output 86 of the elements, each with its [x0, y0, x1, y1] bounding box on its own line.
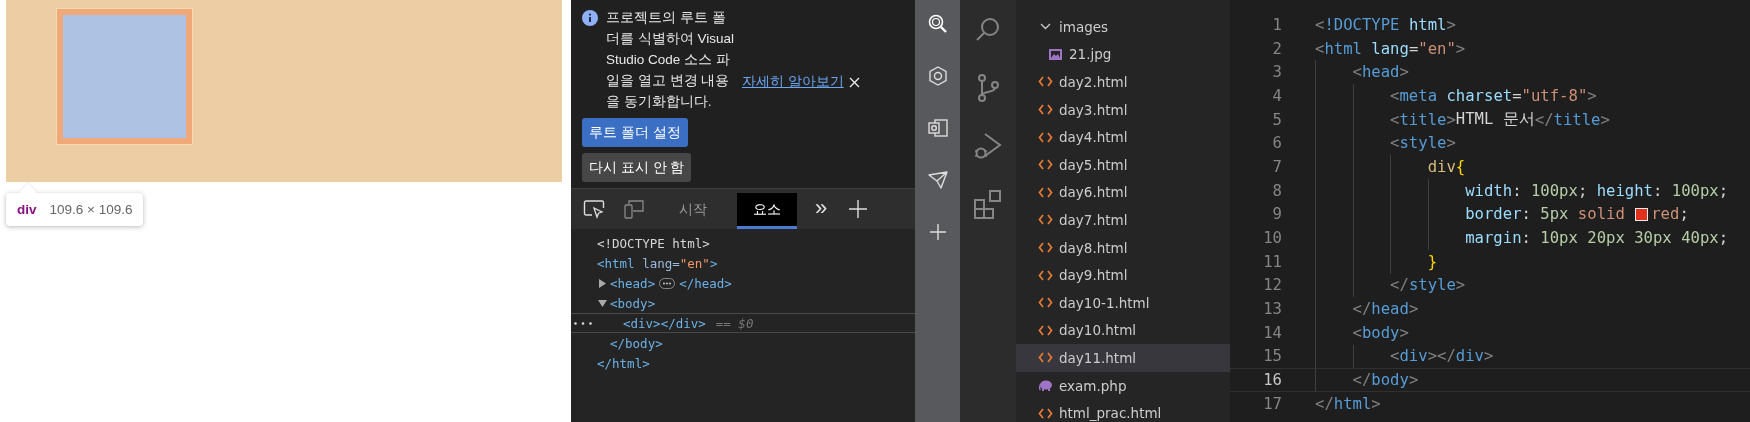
- add-icon[interactable]: [849, 200, 868, 218]
- line-number: 10: [1262, 229, 1282, 248]
- close-icon[interactable]: [848, 76, 860, 88]
- learn-more-link[interactable]: 자세히 알아보기: [742, 73, 844, 91]
- code-text: <body>: [1352, 322, 1409, 344]
- explorer-item[interactable]: day2.html: [1016, 68, 1230, 96]
- code-text: <title>HTML 문서</title>: [1390, 109, 1610, 131]
- selected-marker: == $0: [715, 315, 754, 331]
- explorer-item[interactable]: day7.html: [1016, 206, 1230, 234]
- line-number: 7: [1271, 157, 1282, 176]
- search-icon[interactable]: [926, 13, 949, 35]
- explorer-item[interactable]: day10-1.html: [1016, 288, 1230, 317]
- line-number: 13: [1262, 300, 1282, 319]
- extensions-icon[interactable]: [973, 189, 1003, 219]
- code-text: width: 100px; height: 100px;: [1465, 180, 1729, 202]
- code-text: margin: 10px 20px 30px 40px;: [1465, 228, 1729, 250]
- dom-node-close[interactable]: </body>: [610, 335, 663, 351]
- code-text: div{: [1427, 156, 1466, 178]
- inspect-icon[interactable]: [583, 198, 605, 220]
- explorer-item[interactable]: day6.html: [1016, 178, 1230, 207]
- code-text: <html lang="en">: [1315, 38, 1466, 60]
- explorer-item[interactable]: html_prac.html: [1016, 399, 1230, 422]
- explorer-item[interactable]: exam.php: [1016, 371, 1230, 400]
- color-swatch[interactable]: [1635, 207, 1649, 221]
- line-number: 15: [1262, 347, 1282, 366]
- code-text: <style>: [1390, 133, 1456, 155]
- image-file-icon: [1048, 46, 1063, 62]
- code-text: <div></div>: [1390, 346, 1494, 368]
- line-number: 14: [1262, 323, 1282, 342]
- notice-button[interactable]: 다시 표시 안 함: [582, 153, 692, 182]
- ellipsis-icon[interactable]: [659, 277, 676, 289]
- line-number: 6: [1271, 134, 1282, 153]
- code-text: }: [1427, 251, 1438, 273]
- explorer-item[interactable]: day10.html: [1016, 316, 1230, 345]
- notice-button[interactable]: 루트 폴더 설정: [582, 118, 688, 147]
- code-text: </head>: [1352, 299, 1419, 321]
- dom-node[interactable]: <!DOCTYPE html>: [597, 235, 710, 251]
- tooltip-size: 109.6 × 109.6: [49, 202, 133, 217]
- devtools-tab[interactable]: 시작: [663, 193, 723, 229]
- line-number: 8: [1271, 181, 1282, 200]
- elephant-icon: [1038, 378, 1053, 393]
- send-icon[interactable]: [926, 169, 949, 191]
- line-number: 12: [1262, 276, 1282, 295]
- explorer-item[interactable]: day9.html: [1016, 261, 1230, 289]
- explorer-item[interactable]: day5.html: [1016, 150, 1230, 179]
- explorer-item[interactable]: 21.jpg: [1016, 40, 1230, 69]
- run-debug-icon[interactable]: [973, 131, 1003, 161]
- code-text: </html>: [1315, 393, 1381, 415]
- explorer-item[interactable]: day11.html: [1016, 344, 1230, 372]
- toggle-icon[interactable]: [598, 278, 607, 288]
- more-tabs-button[interactable]: »: [805, 189, 838, 229]
- code-text: red;: [1651, 204, 1689, 226]
- code-text: <!DOCTYPE html>: [1315, 14, 1456, 36]
- info-icon: [582, 10, 598, 26]
- notice-text: 프로젝트의 루트 폴더를 식별하여 Visual Studio Code 소스 파일을 열고 변경 내용을 동기화합니다.: [606, 9, 736, 111]
- tooltip-tag: div: [17, 202, 37, 217]
- toggle-icon[interactable]: [598, 298, 607, 308]
- code-text: <meta charset="utf-8">: [1390, 85, 1597, 107]
- line-number: 3: [1271, 63, 1282, 82]
- code-text: <head>: [1352, 62, 1409, 84]
- browser-icon[interactable]: [926, 65, 949, 87]
- line-number: 2: [1271, 39, 1282, 58]
- line-number: 4: [1271, 86, 1282, 105]
- dom-node[interactable]: <div></div>: [623, 315, 706, 331]
- line-number: 5: [1271, 110, 1282, 129]
- explorer-item[interactable]: day3.html: [1016, 95, 1230, 124]
- code-text: </style>: [1390, 275, 1466, 297]
- more-icon[interactable]: [574, 322, 592, 325]
- line-number: 11: [1262, 252, 1282, 271]
- devtools-tab[interactable]: 요소: [737, 193, 797, 229]
- dom-node[interactable]: <head>: [610, 275, 656, 291]
- device-icon[interactable]: [623, 198, 645, 220]
- line-number: 17: [1262, 394, 1282, 413]
- mail-icon[interactable]: [926, 117, 949, 139]
- dom-node-close[interactable]: </html>: [597, 355, 650, 371]
- dom-node-close[interactable]: </head>: [679, 275, 732, 291]
- explorer-item[interactable]: day4.html: [1016, 123, 1230, 151]
- line-number: 16: [1262, 371, 1282, 390]
- code-text: border: 5px solid: [1465, 204, 1626, 226]
- code-text: </body>: [1352, 370, 1419, 391]
- dom-node[interactable]: <body>: [610, 295, 656, 311]
- line-number: 9: [1271, 205, 1282, 224]
- line-number: 1: [1271, 15, 1282, 34]
- explorer-item[interactable]: day8.html: [1016, 233, 1230, 262]
- explorer-item[interactable]: images: [1016, 13, 1230, 41]
- dom-node[interactable]: <html lang="en">: [597, 255, 718, 271]
